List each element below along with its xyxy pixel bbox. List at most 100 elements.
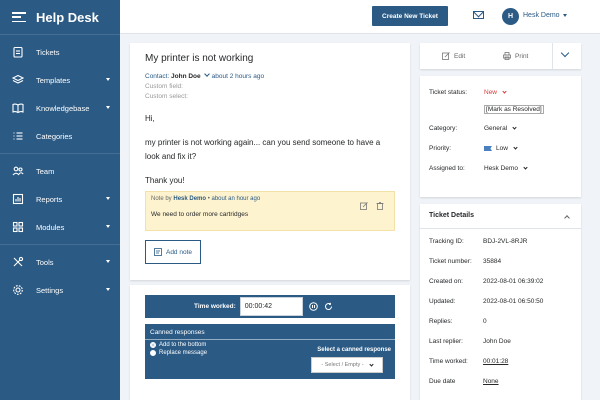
radio-button[interactable] (150, 342, 156, 348)
details-title: Ticket Details (429, 212, 475, 219)
sidebar-item-tickets[interactable]: Tickets (0, 38, 120, 66)
chevron-down-icon (562, 13, 567, 17)
detail-row: Ticket number: 35884 (429, 258, 501, 265)
custom-select-label: Custom select: (145, 93, 188, 100)
pause-icon[interactable] (308, 302, 318, 311)
sidebar-item-categories[interactable]: Categories (0, 122, 120, 150)
sidebar-item-label: Knowledgebase (36, 103, 90, 113)
sidebar-item-knowledgebase[interactable]: Knowledgebase (0, 94, 120, 122)
detail-value: 0 (483, 318, 487, 325)
note-author: Hesk Demo (173, 196, 207, 202)
canned-responses-panel: Canned responses Add to the bottom Repla… (145, 324, 395, 379)
detail-row: Tracking ID: BDJ-2VL-8RJR (429, 238, 527, 245)
sidebar-group-team: Team Reports Modules (0, 153, 120, 244)
priority-row: Priority: Low (429, 145, 518, 152)
detail-row: Created on: 2022-08-01 06:39:02 (429, 278, 543, 285)
sidebar-item-label: Settings (36, 285, 64, 295)
detail-value: 2022-08-01 06:39:02 (483, 278, 544, 285)
category-row: Category: General (429, 125, 517, 132)
sidebar-item-reports[interactable]: Reports (0, 185, 120, 213)
note-actions (360, 197, 384, 215)
status-select[interactable]: New (484, 89, 507, 96)
sidebar-item-settings[interactable]: Settings (0, 276, 120, 304)
time-worked-link[interactable]: 00:01:28 (483, 358, 508, 365)
chevron-down-icon[interactable] (560, 48, 570, 58)
category-select[interactable]: General (484, 125, 517, 132)
ticket-card: My printer is not working Contact: John … (130, 43, 410, 280)
edit-note-icon[interactable] (360, 197, 368, 215)
assigned-select[interactable]: Hesk Demo (484, 165, 528, 172)
assigned-value: Hesk Demo (484, 165, 518, 172)
reset-icon[interactable] (324, 302, 333, 311)
sidebar-item-templates[interactable]: Templates (0, 66, 120, 94)
print-button[interactable]: Print (503, 52, 528, 60)
canned-responses-heading: Canned responses (145, 324, 395, 340)
ticket-actions-bar: Edit Print (420, 43, 581, 69)
detail-label: Created on: (429, 278, 463, 285)
mail-icon[interactable] (473, 11, 484, 19)
clipboard-icon (12, 46, 24, 58)
status-value: New (484, 89, 498, 96)
sidebar-item-tools[interactable]: Tools (0, 248, 120, 276)
detail-label: Updated: (429, 298, 456, 305)
chevron-up-icon[interactable] (564, 215, 570, 221)
radio-label: Replace message (159, 350, 208, 356)
ticket-meta: Contact: John Doe about 2 hours ago Custo… (145, 71, 395, 102)
contact-name[interactable]: John Doe (171, 73, 201, 80)
edit-label: Edit (454, 52, 466, 60)
detail-label: Tracking ID: (429, 238, 464, 245)
edit-button[interactable]: Edit (442, 52, 465, 60)
sidebar-item-label: Tools (36, 257, 54, 267)
detail-row: Due date None (429, 378, 499, 385)
chevron-down-icon[interactable] (203, 71, 210, 77)
sidebar-item-label: Team (36, 166, 55, 176)
category-label: Category: (429, 125, 458, 132)
contact-label: Contact: (145, 73, 170, 80)
mark-resolved-label: Mark as Resolved (487, 106, 540, 113)
add-note-button[interactable]: Add note (145, 240, 201, 264)
reply-card: Time worked: 00:00:42 Canned responses A… (130, 285, 410, 400)
priority-label: Priority: (429, 145, 452, 152)
chevron-down-icon (512, 125, 517, 130)
priority-select[interactable]: Low (484, 145, 518, 152)
trash-icon[interactable] (376, 197, 384, 215)
edit-icon (442, 52, 450, 60)
chevron-down-icon (106, 78, 110, 81)
sidebar-item-team[interactable]: Team (0, 157, 120, 185)
gear-icon (12, 284, 24, 296)
app-title: Help Desk (36, 9, 99, 25)
modules-icon (12, 221, 24, 233)
chevron-down-icon (502, 89, 507, 94)
detail-label: Last replier: (429, 338, 463, 345)
detail-row: Last replier: John Doe (429, 338, 511, 345)
chevron-down-icon (523, 165, 528, 170)
user-menu[interactable]: Hesk Demo (523, 12, 567, 19)
hamburger-menu-icon[interactable] (12, 10, 26, 24)
radio-button[interactable] (150, 350, 156, 356)
status-row: Ticket status: New (429, 89, 507, 96)
ticket-message: Hi, my printer is not working again... c… (145, 112, 395, 188)
ticket-title: My printer is not working (145, 53, 254, 64)
category-value: General (484, 125, 508, 132)
time-worked-input[interactable]: 00:00:42 (239, 297, 303, 316)
tools-icon (12, 256, 24, 268)
sidebar-item-modules[interactable]: Modules (0, 213, 120, 241)
flag-icon (484, 146, 492, 151)
divider (552, 43, 553, 69)
sidebar-group-settings: Tools Settings (0, 244, 120, 307)
mark-as-resolved-link[interactable]: [Mark as Resolved] (484, 105, 544, 114)
due-date-link[interactable]: None (483, 378, 499, 385)
print-label: Print (515, 52, 529, 60)
ticket-note: Note by Hesk Demo • about an hour ago We… (145, 191, 395, 231)
sidebar-item-label: Templates (36, 75, 71, 85)
canned-response-select[interactable]: - Select / Empty - (311, 357, 383, 373)
detail-value: John Doe (483, 338, 511, 345)
chevron-down-icon (513, 145, 518, 150)
add-note-label: Add note (165, 248, 193, 256)
create-new-ticket-button[interactable]: Create New Ticket (372, 6, 448, 26)
chevron-down-icon (106, 260, 110, 263)
user-name: Hesk Demo (523, 12, 560, 19)
assigned-row: Assigned to: Hesk Demo (429, 165, 528, 172)
avatar[interactable]: H (502, 8, 519, 25)
sidebar-item-label: Modules (36, 222, 65, 232)
